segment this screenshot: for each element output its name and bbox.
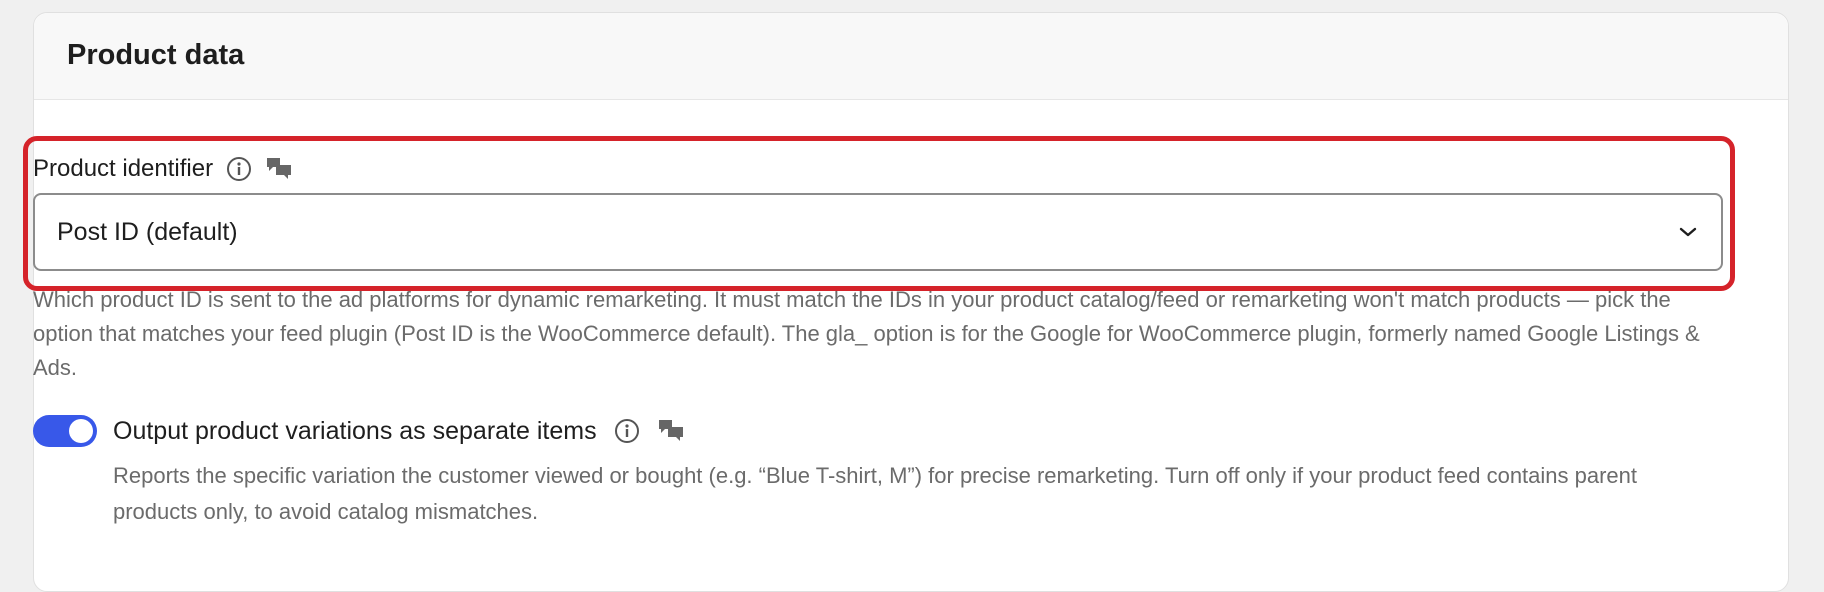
product-identifier-select[interactable]: Post ID (default) <box>33 193 1723 271</box>
card-title: Product data <box>67 39 245 71</box>
product-identifier-help-text: Which product ID is sent to the ad platf… <box>33 287 1700 380</box>
variations-toggle-help-text: Reports the specific variation the custo… <box>113 463 1638 524</box>
variations-toggle-label: Output product variations as separate it… <box>113 417 597 445</box>
speech-bubbles-icon[interactable] <box>657 417 685 445</box>
info-circle-icon[interactable] <box>225 155 253 183</box>
product-identifier-selected-value: Post ID (default) <box>57 217 238 246</box>
chevron-down-icon <box>1677 221 1699 243</box>
card-header: Product data <box>34 13 1788 100</box>
toggle-knob <box>69 419 93 443</box>
product-identifier-label-row: Product identifier <box>33 154 293 184</box>
variations-toggle[interactable] <box>33 415 97 447</box>
info-circle-icon[interactable] <box>613 417 641 445</box>
variations-toggle-row: Output product variations as separate it… <box>33 415 685 447</box>
product-identifier-label: Product identifier <box>33 155 214 182</box>
speech-bubbles-icon[interactable] <box>265 155 293 183</box>
